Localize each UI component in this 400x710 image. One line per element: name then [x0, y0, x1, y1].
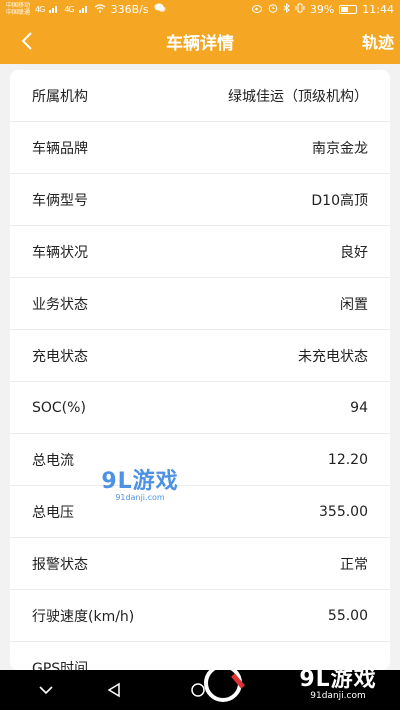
chevron-down-icon [39, 686, 53, 695]
wechat-icon [154, 3, 166, 16]
carrier-1: 中国移动 [6, 2, 31, 9]
clock-time: 11:44 [362, 2, 394, 16]
detail-label: 总电压 [32, 504, 74, 521]
status-bar: 中国移动 中国联通 4G 4G 336B/s 39% 11:44 [0, 0, 400, 18]
navigation-bar: 车辆详情 轨迹 [0, 18, 400, 64]
detail-value: 94 [350, 399, 368, 416]
wifi-icon [94, 3, 106, 16]
vibrate-icon [295, 3, 305, 16]
detail-label: SOC(%) [32, 399, 86, 416]
detail-row-brand: 车辆品牌 南京金龙 [10, 122, 390, 174]
network-1-label: 4G [35, 4, 45, 14]
chevron-left-icon [21, 32, 32, 50]
carrier-2: 中国联通 [6, 9, 31, 16]
detail-row-charging-status: 充电状态 未充电状态 [10, 330, 390, 382]
vehicle-details-card: 所属机构 绿城佳运（顶级机构） 车辆品牌 南京金龙 车俩型号 D10高顶 车辆状… [10, 70, 390, 670]
signal-icon [78, 3, 89, 16]
detail-label: 车俩型号 [32, 192, 88, 209]
watermark-logo: 9L游戏 91danji.com [90, 457, 190, 507]
detail-row-speed: 行驶速度(km/h) 55.00 [10, 590, 390, 642]
watermark-site: 91danji.com [115, 492, 165, 502]
watermark-corner-site: 91danji.com [310, 691, 366, 701]
detail-value: 355.00 [319, 503, 368, 520]
detail-value: D10高顶 [311, 192, 368, 209]
system-back-button[interactable] [94, 670, 134, 710]
weibo-icon [251, 3, 263, 16]
detail-row-organization: 所属机构 绿城佳运（顶级机构） [10, 70, 390, 122]
page-title: 车辆详情 [166, 33, 234, 54]
watermark-brand: 9L游戏 [101, 468, 179, 494]
detail-label: GPS时间 [32, 660, 89, 671]
detail-label: 所属机构 [32, 88, 88, 105]
detail-value: 55.00 [327, 607, 368, 624]
detail-row-alarm-status: 报警状态 正常 [10, 538, 390, 590]
collapse-button[interactable] [26, 670, 66, 710]
detail-label: 行驶速度(km/h) [32, 608, 135, 625]
alarm-icon [268, 3, 278, 16]
c-logo-icon [200, 660, 250, 706]
detail-row-soc: SOC(%) 94 [10, 382, 390, 434]
detail-row-total-voltage: 总电压 355.00 [10, 486, 390, 538]
detail-value: 未充电状态 [298, 348, 368, 365]
detail-label: 充电状态 [32, 348, 88, 365]
detail-value: 闲置 [340, 296, 368, 313]
detail-label: 车辆状况 [32, 244, 88, 261]
triangle-back-icon [107, 682, 120, 698]
detail-row-condition: 车辆状况 良好 [10, 226, 390, 278]
detail-value: 南京金龙 [312, 140, 368, 157]
watermark-corner-brand: 9L游戏 [299, 667, 377, 692]
bluetooth-icon [283, 2, 290, 16]
signal-icon [49, 3, 59, 16]
battery-icon [339, 4, 358, 14]
detail-label: 报警状态 [32, 556, 88, 573]
back-button[interactable] [12, 18, 42, 64]
detail-label: 总电流 [32, 452, 74, 469]
detail-value: 12.20 [327, 451, 368, 468]
network-speed: 336B/s [110, 2, 149, 16]
detail-value: 良好 [340, 244, 368, 261]
track-button[interactable]: 轨迹 [362, 18, 394, 64]
detail-row-total-current: 总电流 12.20 [10, 434, 390, 486]
battery-percent: 39% [309, 2, 335, 16]
carrier-info: 中国移动 中国联通 [6, 2, 30, 16]
detail-row-business-status: 业务状态 闲置 [10, 278, 390, 330]
detail-value: 绿城佳运（顶级机构） [228, 88, 368, 105]
detail-label: 车辆品牌 [32, 140, 88, 157]
detail-label: 业务状态 [32, 296, 88, 313]
network-2-label: 4G [64, 4, 74, 14]
watermark-corner-logo: 9L游戏 91danji.com [288, 656, 388, 706]
detail-value: 正常 [340, 556, 368, 573]
detail-row-model: 车俩型号 D10高顶 [10, 174, 390, 226]
